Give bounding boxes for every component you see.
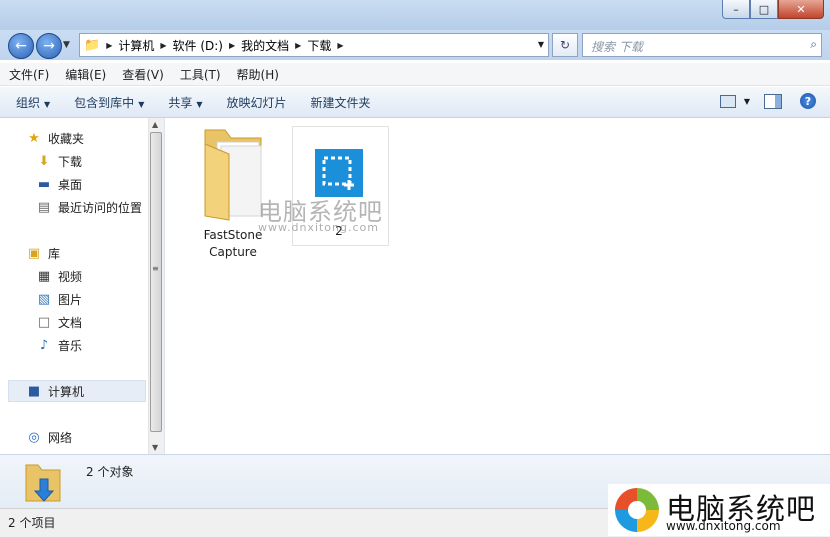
help-icon[interactable]: ?: [800, 93, 816, 109]
nav-downloads-label: 下载: [58, 154, 83, 169]
nav-favorites-label: 收藏夹: [48, 131, 85, 146]
chevron-down-icon: ▼: [138, 99, 145, 109]
title-bar: – □ ✕: [0, 0, 830, 30]
refresh-button[interactable]: ↻: [552, 33, 578, 57]
recent-places-icon: ▤: [37, 199, 51, 215]
caption-buttons: – □ ✕: [722, 0, 824, 19]
watermark-url: www.dnxitong.com: [258, 221, 379, 234]
breadcrumb-separator-icon[interactable]: ▶: [337, 41, 343, 50]
breadcrumb-separator-icon[interactable]: ▶: [106, 41, 112, 50]
breadcrumb-separator-icon[interactable]: ▶: [160, 41, 166, 50]
menu-bar: 文件(F) 编辑(E) 查看(V) 工具(T) 帮助(H): [0, 63, 830, 86]
minimize-button[interactable]: –: [722, 0, 750, 19]
refresh-icon: ↻: [559, 38, 571, 52]
recent-pages-dropdown[interactable]: ▼: [63, 40, 70, 50]
nav-computer[interactable]: ■ 计算机: [26, 381, 84, 401]
navigation-scrollbar[interactable]: ▲ ≡ ▼: [148, 118, 164, 454]
organize-label: 组织: [16, 95, 41, 110]
chevron-down-icon: ▼: [44, 99, 51, 109]
nav-recent-label: 最近访问的位置: [58, 200, 143, 215]
network-icon: ◎: [28, 429, 40, 445]
status-item-count: 2 个项目: [8, 516, 56, 530]
change-view-icon[interactable]: [719, 94, 736, 108]
scroll-grip-icon: ≡: [152, 264, 159, 273]
windows-logo-icon: [615, 488, 659, 532]
back-arrow-icon: ←: [15, 38, 27, 54]
music-icon: ♪: [39, 337, 49, 353]
scroll-down-icon[interactable]: ▼: [152, 443, 158, 452]
nav-network[interactable]: ◎ 网络: [26, 427, 72, 447]
breadcrumb-computer[interactable]: 计算机: [118, 37, 154, 54]
new-folder-button[interactable]: 新建文件夹: [303, 94, 379, 111]
menu-edit[interactable]: 编辑(E): [58, 66, 113, 83]
preview-pane-icon[interactable]: [764, 93, 782, 109]
nav-music-label: 音乐: [58, 338, 83, 353]
address-dropdown-icon[interactable]: ▼: [538, 40, 544, 49]
address-row: ← → ▼ 📁 ▶ 计算机 ▶ 软件 (D:) ▶ 我的文档 ▶ 下载 ▶ ▼ …: [0, 30, 830, 60]
back-button[interactable]: ←: [8, 33, 34, 59]
nav-pictures[interactable]: ▧ 图片: [36, 289, 82, 309]
nav-computer-label: 计算机: [48, 384, 85, 399]
nav-videos[interactable]: ▦ 视频: [36, 266, 82, 286]
menu-help[interactable]: 帮助(H): [230, 66, 286, 83]
breadcrumb-separator-icon[interactable]: ▶: [295, 41, 301, 50]
desktop-icon: ▬: [37, 176, 51, 192]
library-icon: ▣: [27, 245, 41, 261]
nav-music[interactable]: ♪ 音乐: [36, 335, 82, 355]
slideshow-button[interactable]: 放映幻灯片: [219, 94, 295, 111]
search-input[interactable]: 搜索 下载 ⌕: [582, 33, 822, 57]
nav-recent[interactable]: ▤ 最近访问的位置: [36, 197, 142, 217]
include-library-button[interactable]: 包含到库中 ▼: [66, 94, 152, 111]
forward-button[interactable]: →: [36, 33, 62, 59]
star-icon: ★: [28, 130, 40, 146]
forward-arrow-icon: →: [43, 38, 55, 54]
breadcrumb-drive[interactable]: 软件 (D:): [173, 37, 223, 54]
close-button[interactable]: ✕: [778, 0, 824, 19]
view-controls: ▼ ?: [719, 93, 816, 109]
nav-favorites[interactable]: ★ 收藏夹: [26, 128, 84, 148]
pictures-icon: ▧: [37, 291, 51, 307]
maximize-button[interactable]: □: [750, 0, 778, 19]
nav-downloads[interactable]: ⬇ 下载: [36, 151, 82, 171]
scroll-up-icon[interactable]: ▲: [152, 120, 158, 129]
search-icon[interactable]: ⌕: [810, 37, 817, 52]
menu-tools[interactable]: 工具(T): [173, 66, 228, 83]
nav-desktop-label: 桌面: [58, 177, 83, 192]
command-bar: 组织 ▼ 包含到库中 ▼ 共享 ▼ 放映幻灯片 新建文件夹 ▼ ?: [0, 87, 830, 118]
include-library-label: 包含到库中: [74, 95, 135, 110]
details-count: 2 个对象: [86, 465, 134, 479]
folder-icon: 📁: [84, 37, 101, 53]
file-list: FastStone Capture 2: [164, 118, 830, 454]
search-placeholder: 搜索 下载: [591, 40, 643, 54]
documents-icon: □: [37, 314, 51, 330]
breadcrumb-documents[interactable]: 我的文档: [241, 37, 289, 54]
navigation-pane: ★ 收藏夹 ⬇ 下载 ▬ 桌面 ▤ 最近访问的位置 ▣ 库 ▦ 视频 ▧ 图片 …: [0, 118, 148, 454]
scroll-thumb[interactable]: [150, 132, 162, 432]
address-bar[interactable]: 📁 ▶ 计算机 ▶ 软件 (D:) ▶ 我的文档 ▶ 下载 ▶ ▼: [79, 33, 549, 57]
nav-pictures-label: 图片: [58, 292, 83, 307]
watermark-corner-url: www.dnxitong.com: [666, 519, 781, 533]
nav-documents[interactable]: □ 文档: [36, 312, 82, 332]
nav-libraries[interactable]: ▣ 库: [26, 243, 60, 263]
nav-documents-label: 文档: [58, 315, 83, 330]
nav-network-label: 网络: [48, 430, 73, 445]
downloads-folder-icon: ⬇: [38, 153, 50, 169]
view-options-chevron-icon[interactable]: ▼: [744, 97, 750, 106]
menu-file[interactable]: 文件(F): [2, 66, 56, 83]
nav-desktop[interactable]: ▬ 桌面: [36, 174, 82, 194]
breadcrumb-downloads[interactable]: 下载: [307, 37, 331, 54]
computer-icon: ■: [27, 383, 41, 399]
watermark-badge: 电脑系统吧 www.dnxitong.com: [608, 484, 830, 536]
chevron-down-icon: ▼: [196, 99, 203, 109]
share-button[interactable]: 共享 ▼: [160, 94, 210, 111]
breadcrumb-separator-icon[interactable]: ▶: [229, 41, 235, 50]
video-icon: ▦: [37, 268, 51, 284]
organize-button[interactable]: 组织 ▼: [8, 94, 58, 111]
nav-libraries-label: 库: [48, 246, 61, 261]
nav-videos-label: 视频: [58, 269, 83, 284]
share-label: 共享: [168, 95, 193, 110]
downloads-folder-icon: [25, 464, 61, 502]
menu-view[interactable]: 查看(V): [115, 66, 171, 83]
